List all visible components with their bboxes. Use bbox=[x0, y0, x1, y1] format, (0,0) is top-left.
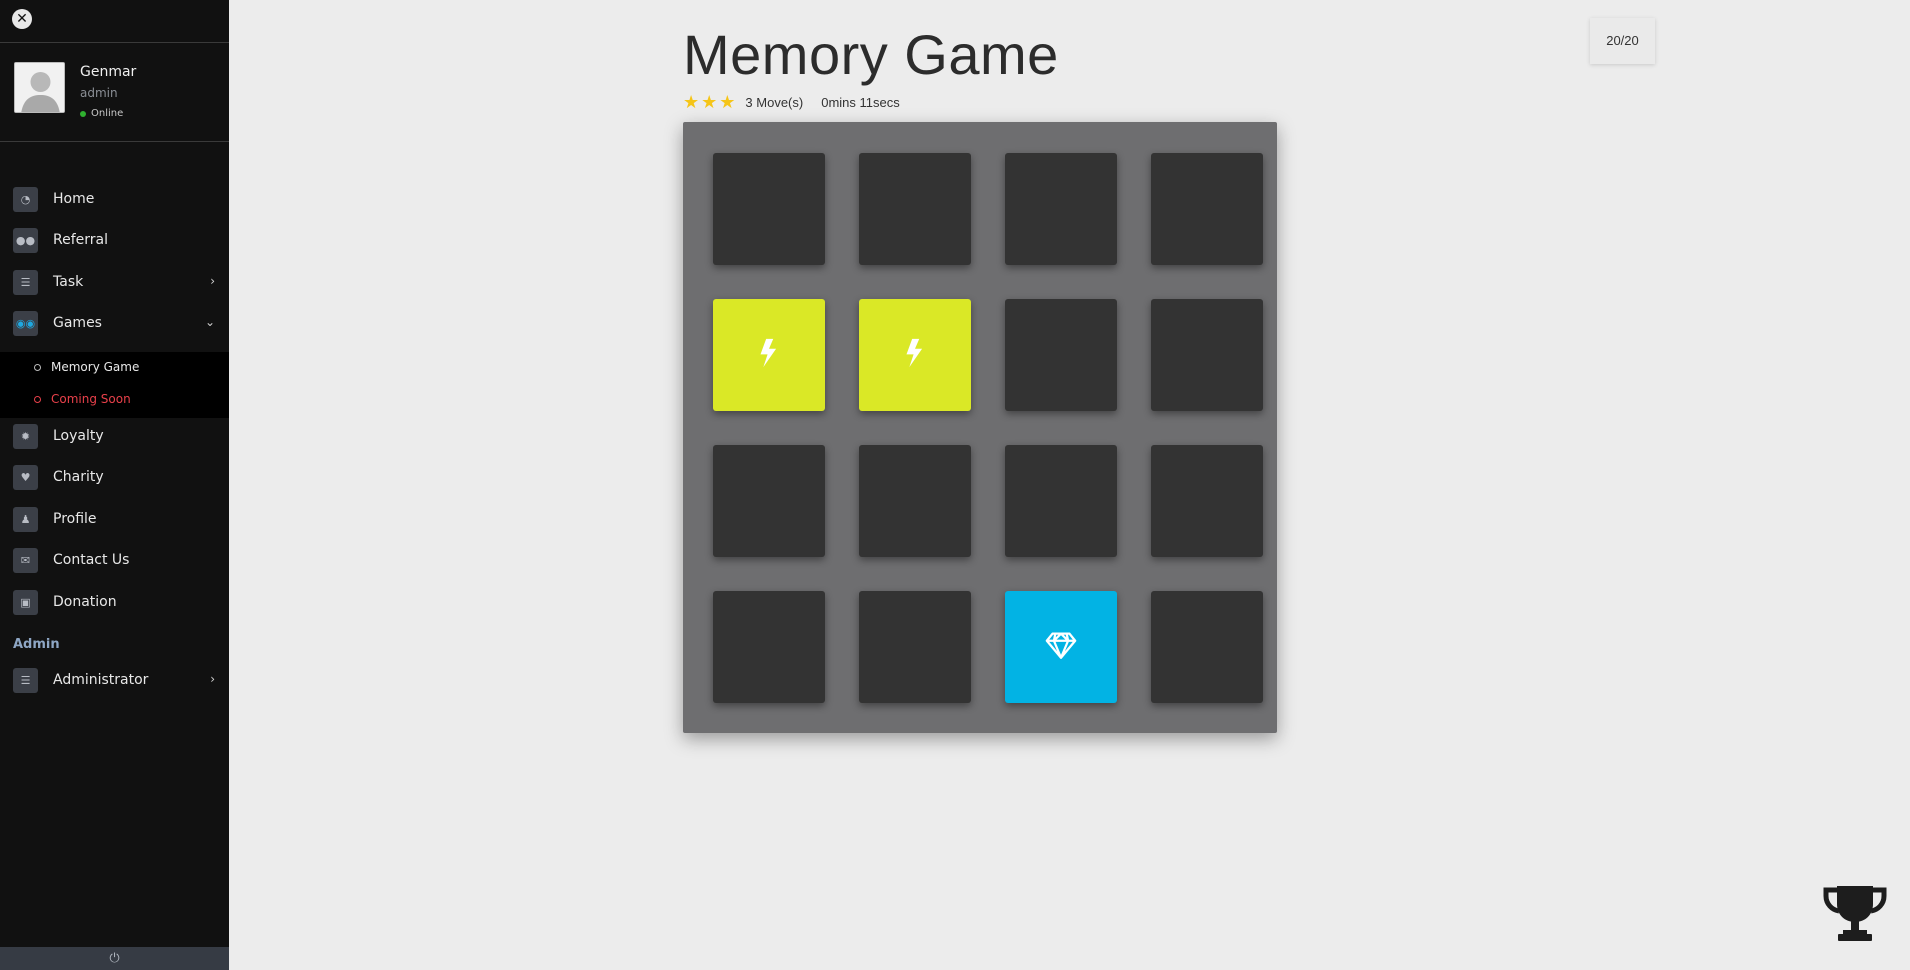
sidebar-item-task[interactable]: ☰ Task › bbox=[13, 268, 223, 296]
card-matched[interactable] bbox=[859, 299, 971, 411]
sidebar-item-donation[interactable]: ▣ Donation bbox=[13, 588, 223, 616]
handshake-icon: ♥ bbox=[13, 464, 38, 490]
card-closed[interactable] bbox=[713, 591, 825, 703]
sidebar-item-label: Donation bbox=[53, 594, 117, 610]
power-button[interactable]: ⏻ bbox=[0, 947, 229, 970]
sidebar-item-profile[interactable]: ♟ Profile bbox=[13, 505, 223, 533]
card-open[interactable] bbox=[1005, 591, 1117, 703]
power-icon: ⏻ bbox=[109, 951, 120, 966]
card-closed[interactable] bbox=[859, 445, 971, 557]
card-closed[interactable] bbox=[713, 153, 825, 265]
close-sidebar-button[interactable]: ✕ bbox=[12, 9, 32, 29]
sidebar-item-charity[interactable]: ♥ Charity bbox=[13, 463, 223, 491]
sidebar-item-label: Task bbox=[53, 274, 84, 290]
page-title: Memory Game bbox=[683, 23, 1059, 86]
user-status: Online bbox=[80, 108, 123, 119]
sidebar-item-games[interactable]: ◉◉ Games ⌄ bbox=[13, 309, 223, 337]
sidebar-item-contact-us[interactable]: ✉ Contact Us bbox=[13, 546, 223, 574]
badge-icon: ✹ bbox=[13, 423, 38, 449]
trophy-icon[interactable] bbox=[1823, 884, 1887, 942]
circle-icon bbox=[34, 395, 41, 403]
dashboard-icon: ◔ bbox=[13, 186, 38, 212]
card-matched[interactable] bbox=[713, 299, 825, 411]
card-closed[interactable] bbox=[1151, 445, 1263, 557]
timer: 0mins 11secs bbox=[821, 95, 900, 110]
sidebar-item-label: Contact Us bbox=[53, 552, 130, 568]
card-closed[interactable] bbox=[859, 153, 971, 265]
chevron-down-icon: ⌄ bbox=[204, 315, 215, 329]
sidebar-item-label: Charity bbox=[53, 469, 104, 485]
sidebar-item-referral[interactable]: ●● Referral bbox=[13, 226, 223, 254]
chevron-right-icon: › bbox=[210, 672, 215, 686]
sidebar-item-administrator[interactable]: ☰ Administrator › bbox=[13, 666, 223, 694]
online-status-dot bbox=[80, 110, 86, 117]
card-closed[interactable] bbox=[1005, 299, 1117, 411]
admin-section-header: Admin bbox=[13, 637, 60, 652]
user-panel: Genmar admin Online bbox=[14, 62, 224, 122]
bolt-icon bbox=[752, 336, 786, 374]
user-name: Genmar bbox=[80, 64, 137, 80]
sidebar-item-label: Administrator bbox=[53, 672, 149, 688]
gift-icon: ▣ bbox=[13, 589, 38, 615]
circle-icon bbox=[34, 363, 41, 371]
moves-counter: 3 Move(s) bbox=[745, 95, 804, 110]
sidebar-item-label: Profile bbox=[53, 511, 97, 527]
card-deck bbox=[683, 122, 1277, 733]
pairs-counter: 20/20 bbox=[1590, 18, 1655, 64]
gamepad-icon: ◉◉ bbox=[13, 310, 38, 336]
envelope-icon: ✉ bbox=[13, 547, 38, 573]
card-closed[interactable] bbox=[859, 591, 971, 703]
user-icon: ♟ bbox=[13, 506, 38, 532]
games-submenu: Memory Game Coming Soon bbox=[0, 352, 229, 418]
sidebar: ✕ Genmar admin Online ◔ Home ●● Referral… bbox=[0, 0, 229, 970]
users-icon: ●● bbox=[13, 227, 38, 253]
sidebar-divider bbox=[0, 42, 229, 43]
card-closed[interactable] bbox=[1151, 591, 1263, 703]
submenu-item-coming-soon[interactable]: Coming Soon bbox=[34, 392, 131, 406]
card-closed[interactable] bbox=[1151, 153, 1263, 265]
card-closed[interactable] bbox=[1005, 153, 1117, 265]
sidebar-item-label: Referral bbox=[53, 232, 108, 248]
chevron-right-icon: › bbox=[210, 274, 215, 288]
submenu-item-memory-game[interactable]: Memory Game bbox=[34, 360, 139, 374]
bolt-icon bbox=[898, 336, 932, 374]
score-panel: ★ ★ ★ 3 Move(s) 0mins 11secs bbox=[683, 92, 900, 113]
submenu-item-label: Memory Game bbox=[51, 360, 140, 374]
sidebar-item-label: Home bbox=[53, 191, 95, 207]
list-icon: ☰ bbox=[13, 667, 38, 693]
card-closed[interactable] bbox=[713, 445, 825, 557]
star-icon: ★ bbox=[719, 92, 736, 112]
sidebar-item-label: Games bbox=[53, 315, 102, 331]
submenu-item-label: Coming Soon bbox=[51, 392, 131, 406]
avatar bbox=[14, 62, 65, 113]
user-status-label: Online bbox=[91, 108, 124, 119]
sidebar-item-label: Loyalty bbox=[53, 428, 104, 444]
list-icon: ☰ bbox=[13, 269, 38, 295]
sidebar-divider bbox=[0, 141, 229, 142]
user-role: admin bbox=[80, 86, 118, 100]
star-icon: ★ bbox=[683, 92, 700, 112]
card-closed[interactable] bbox=[1005, 445, 1117, 557]
card-closed[interactable] bbox=[1151, 299, 1263, 411]
sidebar-item-loyalty[interactable]: ✹ Loyalty bbox=[13, 422, 223, 450]
sidebar-item-home[interactable]: ◔ Home bbox=[13, 185, 223, 213]
star-icon: ★ bbox=[701, 92, 718, 112]
diamond-icon bbox=[1044, 628, 1078, 666]
